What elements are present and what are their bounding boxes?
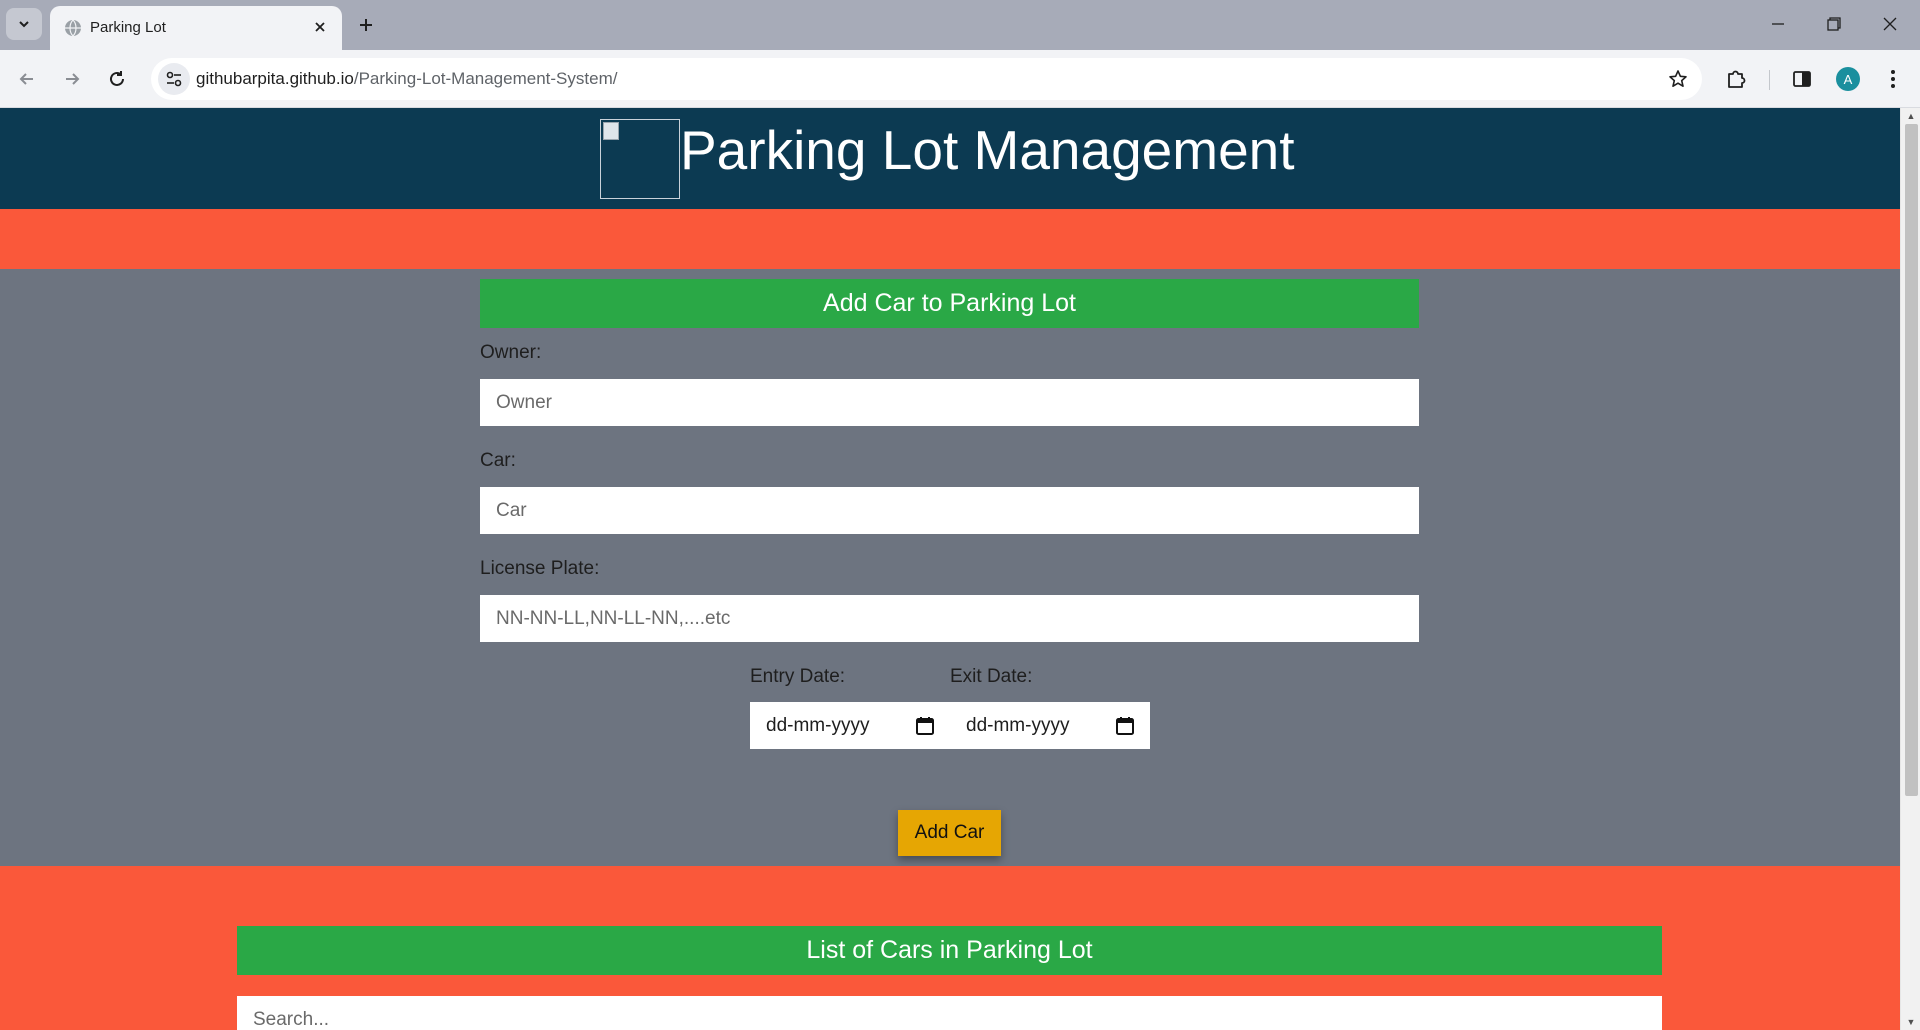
license-plate-input[interactable] bbox=[480, 595, 1419, 642]
browser-menu-button[interactable] bbox=[1877, 63, 1909, 95]
entry-date-value: dd-mm-yyyy bbox=[766, 715, 870, 736]
add-car-heading: Add Car to Parking Lot bbox=[480, 279, 1419, 328]
bookmark-button[interactable] bbox=[1666, 67, 1690, 91]
tab-title: Parking Lot bbox=[90, 19, 166, 36]
window-close-button[interactable] bbox=[1862, 0, 1918, 48]
puzzle-icon bbox=[1728, 70, 1746, 88]
browser-tab-strip: Parking Lot bbox=[0, 0, 1920, 50]
owner-input[interactable] bbox=[480, 379, 1419, 426]
orange-divider-band bbox=[0, 209, 1900, 269]
browser-tab-active[interactable]: Parking Lot bbox=[50, 6, 342, 50]
reload-icon bbox=[110, 71, 124, 86]
tab-close-button[interactable] bbox=[308, 15, 332, 39]
back-button[interactable] bbox=[11, 63, 43, 95]
car-input[interactable] bbox=[480, 487, 1419, 534]
side-panel-icon bbox=[1793, 71, 1811, 87]
page-scrollbar[interactable]: ▲ ▼ bbox=[1900, 108, 1920, 1030]
more-vert-icon bbox=[1891, 70, 1895, 88]
globe-icon bbox=[65, 19, 81, 37]
address-bar[interactable]: githubarpita.github.io/Parking-Lot-Manag… bbox=[151, 58, 1702, 100]
page-title: Parking Lot Management bbox=[680, 119, 1295, 181]
browser-toolbar: githubarpita.github.io/Parking-Lot-Manag… bbox=[0, 50, 1920, 108]
exit-date-value: dd-mm-yyyy bbox=[966, 715, 1070, 736]
add-car-button[interactable]: Add Car bbox=[898, 810, 1001, 856]
car-label: Car: bbox=[480, 450, 516, 471]
page-viewport: Parking Lot Management Add Car to Parkin… bbox=[0, 108, 1920, 1030]
calendar-icon[interactable] bbox=[914, 715, 936, 737]
restore-button[interactable] bbox=[1806, 0, 1862, 48]
toolbar-separator bbox=[1769, 70, 1770, 90]
search-input[interactable] bbox=[237, 996, 1662, 1030]
exit-date-input[interactable]: dd-mm-yyyy bbox=[950, 702, 1150, 749]
license-plate-label: License Plate: bbox=[480, 558, 600, 579]
url-host: githubarpita.github.io bbox=[196, 69, 354, 88]
tab-search-button[interactable] bbox=[6, 8, 42, 40]
arrow-right-icon bbox=[66, 73, 80, 85]
scroll-up-arrow-icon[interactable]: ▲ bbox=[1906, 111, 1916, 121]
url-path: /Parking-Lot-Management-System/ bbox=[353, 69, 618, 88]
reload-button[interactable] bbox=[101, 63, 133, 95]
owner-label: Owner: bbox=[480, 342, 542, 363]
restore-icon bbox=[1827, 17, 1841, 31]
logo-image bbox=[600, 119, 680, 199]
arrow-left-icon bbox=[19, 73, 33, 85]
calendar-icon[interactable] bbox=[1114, 715, 1136, 737]
star-icon bbox=[1669, 70, 1687, 87]
minimize-icon bbox=[1772, 23, 1784, 25]
plus-icon bbox=[360, 19, 372, 31]
new-tab-button[interactable] bbox=[350, 9, 382, 41]
close-icon bbox=[315, 22, 325, 32]
scrollbar-thumb[interactable] bbox=[1905, 124, 1918, 796]
chevron-down-icon bbox=[19, 21, 29, 28]
close-icon bbox=[1883, 17, 1897, 31]
tune-icon bbox=[166, 71, 182, 87]
forward-button[interactable] bbox=[56, 63, 88, 95]
side-panel-button[interactable] bbox=[1786, 63, 1818, 95]
site-info-button[interactable] bbox=[158, 63, 190, 95]
profile-avatar[interactable]: A bbox=[1836, 67, 1860, 91]
url-text: githubarpita.github.io/Parking-Lot-Manag… bbox=[196, 69, 617, 89]
extensions-button[interactable] bbox=[1720, 63, 1752, 95]
scroll-down-arrow-icon[interactable]: ▼ bbox=[1906, 1017, 1916, 1027]
car-list-heading: List of Cars in Parking Lot bbox=[237, 926, 1662, 975]
minimize-button[interactable] bbox=[1750, 0, 1806, 48]
exit-date-label: Exit Date: bbox=[950, 666, 1033, 687]
page-header: Parking Lot Management bbox=[0, 108, 1900, 209]
entry-date-label: Entry Date: bbox=[750, 666, 846, 687]
entry-date-input[interactable]: dd-mm-yyyy bbox=[750, 702, 950, 749]
